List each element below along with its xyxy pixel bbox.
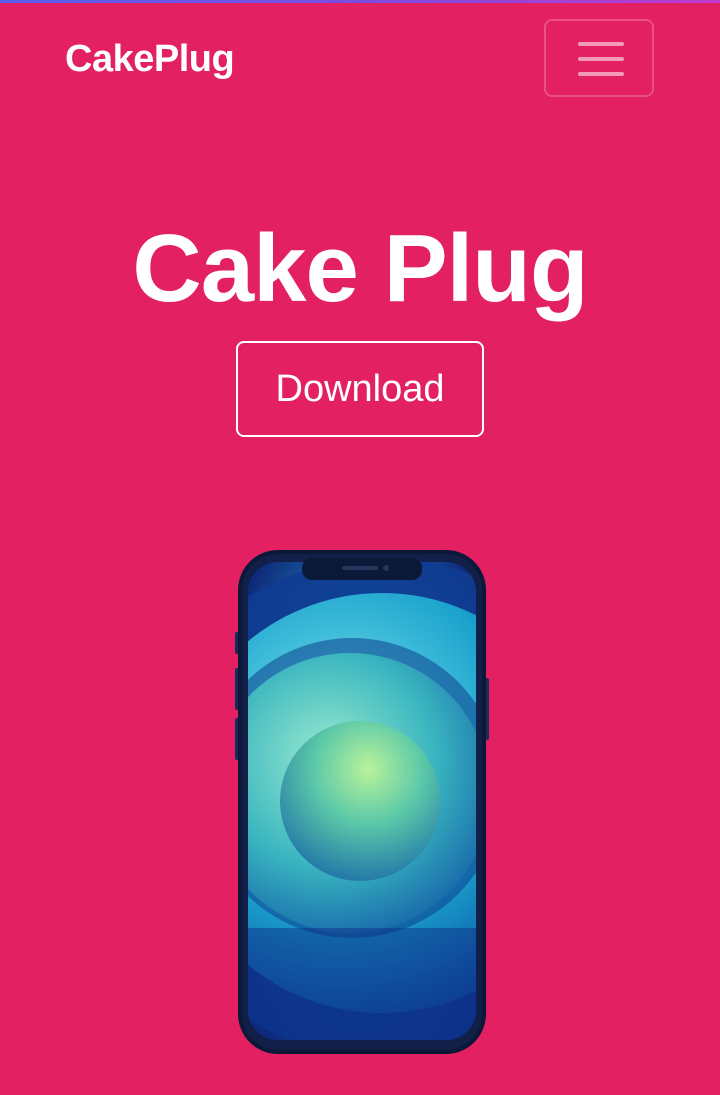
navbar: CakePlug [0,0,720,118]
brand-logo-link[interactable]: CakePlug [65,36,235,82]
hamburger-line [578,72,624,76]
download-button[interactable]: Download [236,341,484,437]
hero-title: Cake Plug [132,215,588,323]
menu-toggle-button[interactable] [544,19,654,97]
hamburger-menu-icon [578,42,624,46]
hamburger-line [578,57,624,61]
smartphone-image [232,548,492,1056]
